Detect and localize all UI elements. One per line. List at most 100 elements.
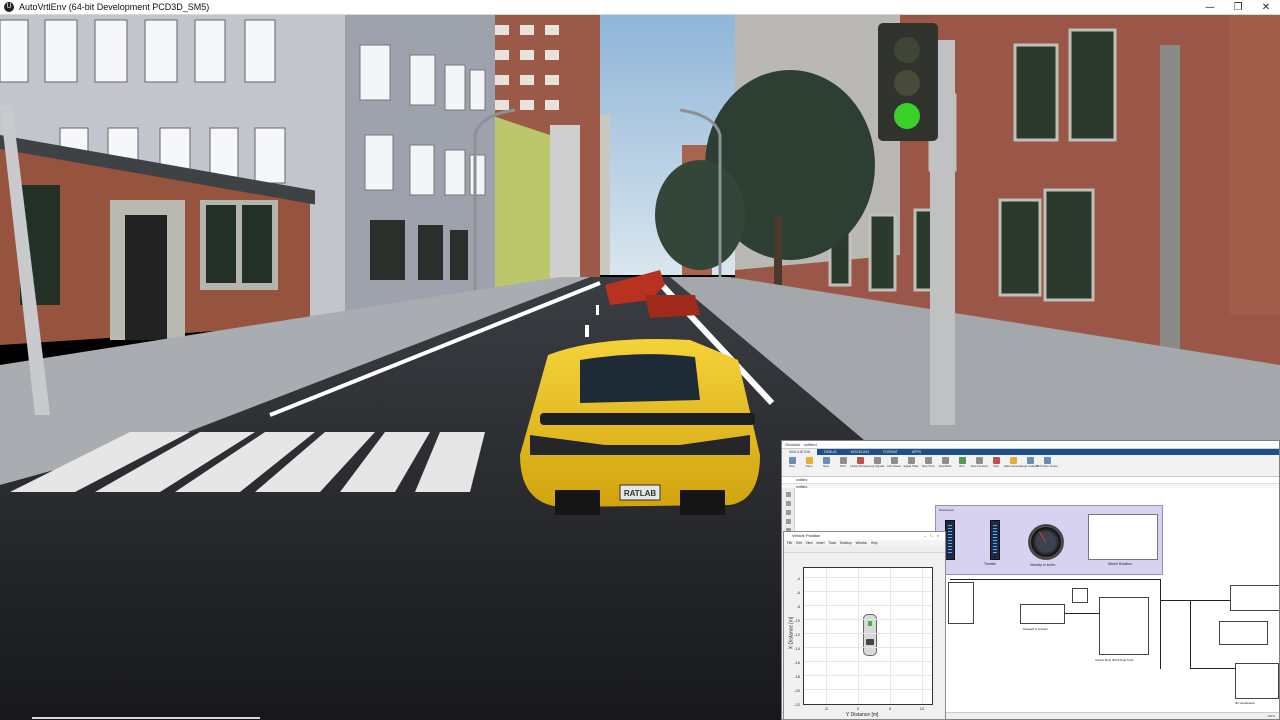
license-plate: RATLAB xyxy=(624,489,657,498)
logic-analyzer-button[interactable]: Logic Analyzer xyxy=(1021,457,1039,468)
y-tick-label: -18 xyxy=(794,674,800,679)
datapath-block[interactable] xyxy=(1020,604,1065,624)
grid-line xyxy=(804,577,932,578)
signal-line[interactable] xyxy=(1190,668,1235,669)
3d-visualization-label: 3D Visualization xyxy=(1235,701,1256,705)
menu-desktop[interactable]: Desktop xyxy=(840,540,852,546)
driver-block[interactable] xyxy=(948,582,974,624)
library-browser-button[interactable]: Library Browser xyxy=(850,457,870,468)
menu-insert[interactable]: Insert xyxy=(817,540,825,546)
grid-line xyxy=(804,647,932,648)
run-icon xyxy=(958,457,966,464)
save-button[interactable]: Save xyxy=(820,457,832,468)
run-button[interactable]: Run xyxy=(956,457,968,468)
step-back-button[interactable]: Step Back xyxy=(939,457,951,468)
unreal-engine-icon: U xyxy=(4,2,14,12)
3d-visualization-block[interactable] xyxy=(1235,663,1279,699)
grid-line xyxy=(804,633,932,634)
print-button[interactable]: Print xyxy=(837,457,849,468)
x-tick-label: -5 xyxy=(824,706,828,711)
dashboard-area[interactable]: Dashboard Throttle Velocity in km/hr Whe… xyxy=(935,505,1163,575)
simulink-window-title: Simulink - untitled xyxy=(782,441,1279,449)
model-breadcrumb[interactable]: untitled xyxy=(782,477,1279,484)
tab-apps[interactable]: APPS xyxy=(905,449,928,455)
signal-line[interactable] xyxy=(1065,613,1099,614)
folder-icon xyxy=(805,457,813,464)
menu-tools[interactable]: Tools xyxy=(828,540,835,546)
road-barrier xyxy=(645,295,700,318)
log-signals-button[interactable]: Log Signals xyxy=(870,457,884,468)
open-button[interactable]: Open xyxy=(803,457,815,468)
tab-format[interactable]: FORMAT xyxy=(876,449,905,455)
data-inspector-button[interactable]: Data Inspector xyxy=(1004,457,1022,468)
new-button[interactable]: New xyxy=(786,457,798,468)
vehicle-output-block[interactable] xyxy=(1230,585,1279,611)
camera-block[interactable] xyxy=(1219,621,1268,645)
table-icon xyxy=(907,457,915,464)
annotation-icon[interactable] xyxy=(785,519,791,524)
grid-line xyxy=(890,568,891,704)
stop-button[interactable]: Stop xyxy=(990,457,1002,468)
x-tick-label: 5 xyxy=(888,706,892,711)
grid-line xyxy=(826,568,827,704)
minimize-button[interactable]: — xyxy=(1196,0,1224,15)
signal-line[interactable] xyxy=(1160,600,1230,601)
menu-help[interactable]: Help xyxy=(871,540,878,546)
zoom-level: 100% xyxy=(1267,714,1275,718)
zoom-icon[interactable] xyxy=(785,492,791,497)
grid-line xyxy=(858,568,859,704)
signal-line[interactable] xyxy=(1160,579,1161,669)
vehicle-body-block[interactable] xyxy=(1099,597,1149,655)
vehicle-position-figure[interactable]: Vehicle Position –□× File Edit View Inse… xyxy=(783,531,946,720)
new-icon xyxy=(788,457,796,464)
throttle-gauge[interactable] xyxy=(990,520,1000,560)
signal-table-button[interactable]: Signal Table xyxy=(903,457,919,468)
step-forward-icon xyxy=(975,457,983,464)
x-axis-label: Y Distance [m] xyxy=(846,712,879,718)
stop-time-field[interactable]: Stop Time xyxy=(922,457,934,468)
fit-view-icon[interactable] xyxy=(785,501,791,506)
tab-simulation[interactable]: SIMULATION xyxy=(782,449,818,455)
birds-eye-scope-button[interactable]: Bird's-Eye Scope xyxy=(1036,457,1058,468)
ribbon-toolbar: New Open Save Print Library Browser Log … xyxy=(782,455,1279,477)
y-tick-label: -22 xyxy=(794,702,800,707)
step-forward-button[interactable]: Step Forward xyxy=(971,457,987,468)
stop-icon xyxy=(992,457,1000,464)
menu-view[interactable]: View xyxy=(806,540,813,546)
data-inspector-icon xyxy=(1009,457,1017,464)
tab-debug[interactable]: DEBUG xyxy=(817,449,843,455)
signal-line[interactable] xyxy=(1190,600,1191,668)
tab-modeling[interactable]: MODELING xyxy=(844,449,877,455)
progress-strip xyxy=(32,717,260,719)
y-tick-label: -4 xyxy=(796,576,800,581)
traffic-light-green-lamp xyxy=(894,103,920,129)
arrow-icon[interactable] xyxy=(785,510,791,515)
menu-file[interactable]: File xyxy=(787,540,792,546)
grid-line xyxy=(804,605,932,606)
grid-line xyxy=(804,591,932,592)
step-back-icon xyxy=(941,457,949,464)
y-tick-label: -20 xyxy=(794,688,800,693)
close-button[interactable]: ✕ xyxy=(1252,0,1280,15)
y-tick-label: -6 xyxy=(796,590,800,595)
velocity-label: Velocity in km/hr xyxy=(1030,563,1056,567)
wheel-rotation-label: Wheel Rotation xyxy=(1108,562,1132,566)
add-viewer-button[interactable]: Add Viewer xyxy=(887,457,901,468)
restore-button[interactable]: ❐ xyxy=(1224,0,1252,15)
figure-window-buttons[interactable]: –□× xyxy=(924,532,943,540)
throttle-label: Throttle xyxy=(984,562,996,566)
menu-edit[interactable]: Edit xyxy=(796,540,802,546)
signal-line[interactable] xyxy=(950,579,1160,580)
plot-axes[interactable] xyxy=(803,567,933,705)
grid-line xyxy=(804,619,932,620)
wheel-rotation-plot[interactable] xyxy=(1088,514,1158,560)
green-building xyxy=(490,115,550,290)
subsystem-block[interactable] xyxy=(1072,588,1088,603)
y-tick-label: -8 xyxy=(796,604,800,609)
gauge-bar[interactable] xyxy=(945,520,955,560)
window-title: AutoVrtlEnv (64-bit Development PCD3D_SM… xyxy=(19,2,210,12)
y-tick-label: -16 xyxy=(794,660,800,665)
velocity-dial[interactable] xyxy=(1028,524,1064,560)
title-bar: U AutoVrtlEnv (64-bit Development PCD3D_… xyxy=(0,0,1280,15)
menu-window[interactable]: Window xyxy=(856,540,867,546)
